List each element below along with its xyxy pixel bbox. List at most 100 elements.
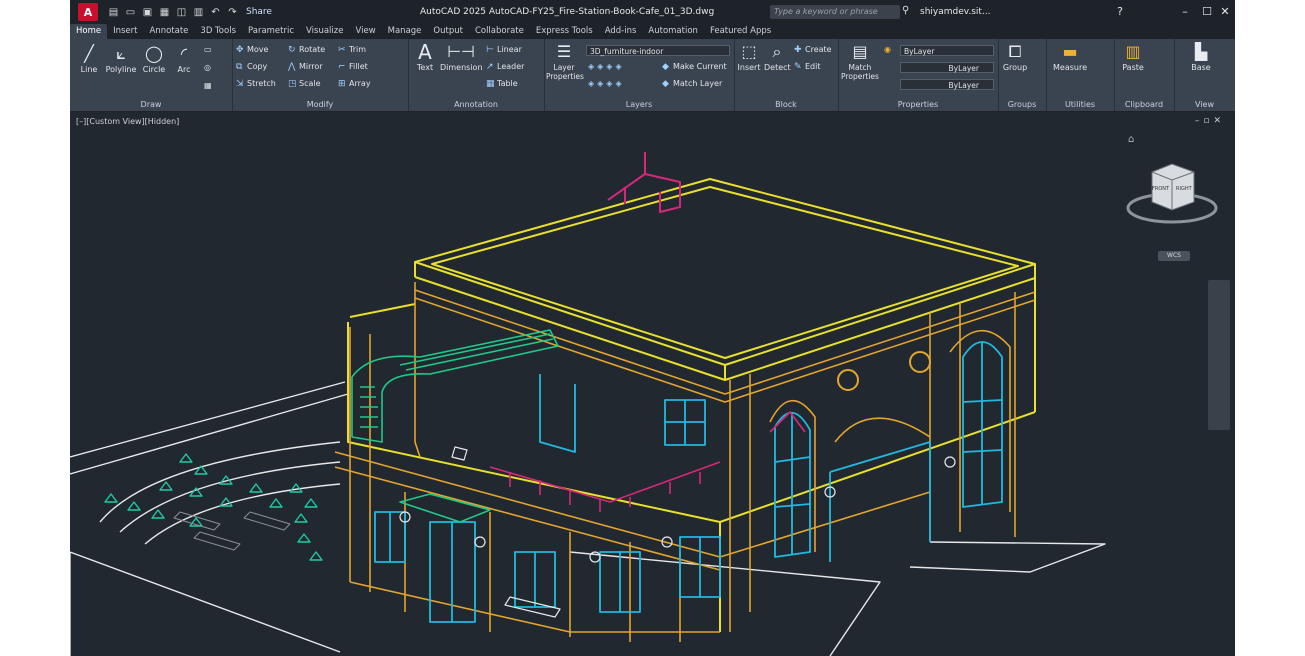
linear-tool[interactable]: ⊢ Linear <box>486 45 522 55</box>
mirror-tool[interactable]: ⋀ Mirror <box>288 62 323 72</box>
search-icon[interactable]: ⚲ <box>902 5 909 16</box>
open-file-icon[interactable]: ▭ <box>125 7 136 18</box>
tab-insert[interactable]: Insert <box>107 24 143 39</box>
utilities-panel-title[interactable]: Utilities <box>1046 100 1114 109</box>
help-icon[interactable]: ? <box>1110 0 1130 24</box>
minimize-icon[interactable]: – <box>1175 0 1195 24</box>
tab-express-tools[interactable]: Express Tools <box>530 24 599 39</box>
undo-icon[interactable]: ↶ <box>210 7 221 18</box>
viewcube-front-label[interactable]: FRONT <box>1152 186 1169 192</box>
wcs-menu[interactable]: WCS <box>1158 251 1190 261</box>
table-icon: ▦ <box>486 79 495 89</box>
current-layer-dropdown[interactable]: 3D_furniture-indoor <box>586 45 730 56</box>
annotation-panel-title[interactable]: Annotation <box>408 100 544 109</box>
layer-properties-tool[interactable]: ☰ Layer Properties <box>546 43 584 82</box>
layers-panel-title[interactable]: Layers <box>544 100 734 109</box>
fillet-tool[interactable]: ⌐ Fillet <box>338 62 368 72</box>
properties-panel-title[interactable]: Properties <box>838 100 998 109</box>
copy-tool[interactable]: ⧉ Copy <box>236 62 267 72</box>
edit-block-icon: ✎ <box>794 62 802 72</box>
new-file-icon[interactable]: ▤ <box>108 7 119 18</box>
maximize-icon[interactable]: ☐ <box>1197 0 1217 24</box>
user-account[interactable]: shiyamdev.sit... <box>920 0 991 24</box>
tab-automation[interactable]: Automation <box>642 24 704 39</box>
insert-tool[interactable]: ⬚ Insert <box>736 43 762 73</box>
tab-collaborate[interactable]: Collaborate <box>469 24 530 39</box>
match-properties-tool[interactable]: ▤ Match Properties <box>840 42 880 82</box>
create-block-tool[interactable]: ✚ Create <box>794 45 832 55</box>
circle-label: Circle <box>142 65 166 74</box>
autocad-logo-icon[interactable]: A <box>78 3 98 21</box>
polyline-tool[interactable]: ⟀ Polyline <box>104 45 138 75</box>
detect-tool[interactable]: ⌕ Detect <box>764 43 791 73</box>
edit-block-tool[interactable]: ✎ Edit <box>794 62 821 72</box>
layer-state-icons[interactable]: ◈◈◈◈ <box>588 62 625 71</box>
table-grid-icon[interactable]: ▦ <box>204 81 212 90</box>
rotate-tool[interactable]: ↻ Rotate <box>288 45 325 55</box>
copy-icon: ⧉ <box>236 62 243 72</box>
stretch-tool[interactable]: ⇲ Stretch <box>236 79 276 89</box>
mirror-label: Mirror <box>299 62 323 71</box>
layer-tools-icons[interactable]: ◈◈◈◈ <box>588 79 625 88</box>
tab-featured-apps[interactable]: Featured Apps <box>704 24 777 39</box>
redo-icon[interactable]: ↷ <box>227 7 238 18</box>
linetype-dropdown[interactable]: ByLayer <box>900 62 994 73</box>
match-layer-tool[interactable]: ◆ Match Layer <box>662 79 722 89</box>
view-panel-title[interactable]: View <box>1174 100 1235 109</box>
tab-home[interactable]: Home <box>70 24 108 39</box>
web-icon[interactable]: ◫ <box>176 7 187 18</box>
tab-visualize[interactable]: Visualize <box>300 24 349 39</box>
fillet-label: Fillet <box>349 62 368 71</box>
clipboard-panel-title[interactable]: Clipboard <box>1114 100 1174 109</box>
tab-view[interactable]: View <box>349 24 381 39</box>
block-panel-title[interactable]: Block <box>734 100 838 109</box>
drawing-viewport[interactable]: [–][Custom View][Hidden] –▫✕ FRONT RIGHT… <box>70 112 1235 656</box>
array-tool[interactable]: ⊞ Array <box>338 79 371 89</box>
paste-tool[interactable]: ▥ Paste <box>1118 43 1148 73</box>
groups-panel-title[interactable]: Groups <box>998 100 1046 109</box>
base-view-tool[interactable]: ▙ Base <box>1186 43 1216 73</box>
color-wheel-icon[interactable]: ◉ <box>884 45 891 54</box>
close-icon[interactable]: ✕ <box>1215 0 1235 24</box>
create-label: Create <box>805 45 832 54</box>
line-tool[interactable]: ╱ Line <box>76 45 102 75</box>
hatch-icon[interactable]: ◎ <box>204 63 211 72</box>
circle-tool[interactable]: ◯ Circle <box>140 45 168 75</box>
current-layer-value: 3D_furniture-indoor <box>590 47 664 56</box>
home-view-icon[interactable]: ⌂ <box>1128 134 1134 145</box>
table-tool[interactable]: ▦ Table <box>486 79 518 89</box>
trim-tool[interactable]: ✂ Trim <box>338 45 366 55</box>
search-input[interactable]: Type a keyword or phrase <box>770 5 900 19</box>
group-tool[interactable]: ⧠ Group <box>1002 43 1028 73</box>
plot-icon[interactable]: ▥ <box>193 7 204 18</box>
modify-panel-title[interactable]: Modify <box>232 100 408 109</box>
match-properties-icon: ▤ <box>852 42 868 61</box>
tab-add-ins[interactable]: Add-ins <box>599 24 643 39</box>
dimension-tool[interactable]: ⊢⊣ Dimension <box>440 43 483 73</box>
lineweight-dropdown[interactable]: ByLayer <box>900 79 994 90</box>
tab-3d-tools[interactable]: 3D Tools <box>194 24 242 39</box>
viewcube[interactable] <box>1122 154 1232 264</box>
tab-manage[interactable]: Manage <box>382 24 428 39</box>
tab-annotate[interactable]: Annotate <box>144 24 195 39</box>
make-current-tool[interactable]: ◆ Make Current <box>662 62 727 72</box>
measure-tool[interactable]: ▬ Measure <box>1050 43 1090 73</box>
rectangle-icon[interactable]: ▭ <box>204 45 212 54</box>
navigation-bar[interactable] <box>1208 280 1230 430</box>
autocad-window: A ▤ ▭ ▣ ▦ ◫ ▥ ↶ ↷ Share AutoCAD 2025 Aut… <box>70 0 1235 656</box>
draw-panel-title[interactable]: Draw <box>70 100 232 109</box>
rotate-icon: ↻ <box>288 45 296 55</box>
tab-output[interactable]: Output <box>427 24 469 39</box>
save-icon[interactable]: ▣ <box>142 7 153 18</box>
line-label: Line <box>80 65 98 74</box>
move-tool[interactable]: ✥ Move <box>236 45 268 55</box>
viewcube-right-label[interactable]: RIGHT <box>1176 186 1192 192</box>
leader-tool[interactable]: ↗ Leader <box>486 62 524 72</box>
share-button[interactable]: Share <box>246 7 272 17</box>
save-as-icon[interactable]: ▦ <box>159 7 170 18</box>
text-tool[interactable]: A Text <box>412 42 438 72</box>
color-dropdown[interactable]: ByLayer <box>900 45 994 56</box>
tab-parametric[interactable]: Parametric <box>242 24 300 39</box>
arc-tool[interactable]: ◜ Arc <box>172 45 196 75</box>
scale-tool[interactable]: ◳ Scale <box>288 79 321 89</box>
